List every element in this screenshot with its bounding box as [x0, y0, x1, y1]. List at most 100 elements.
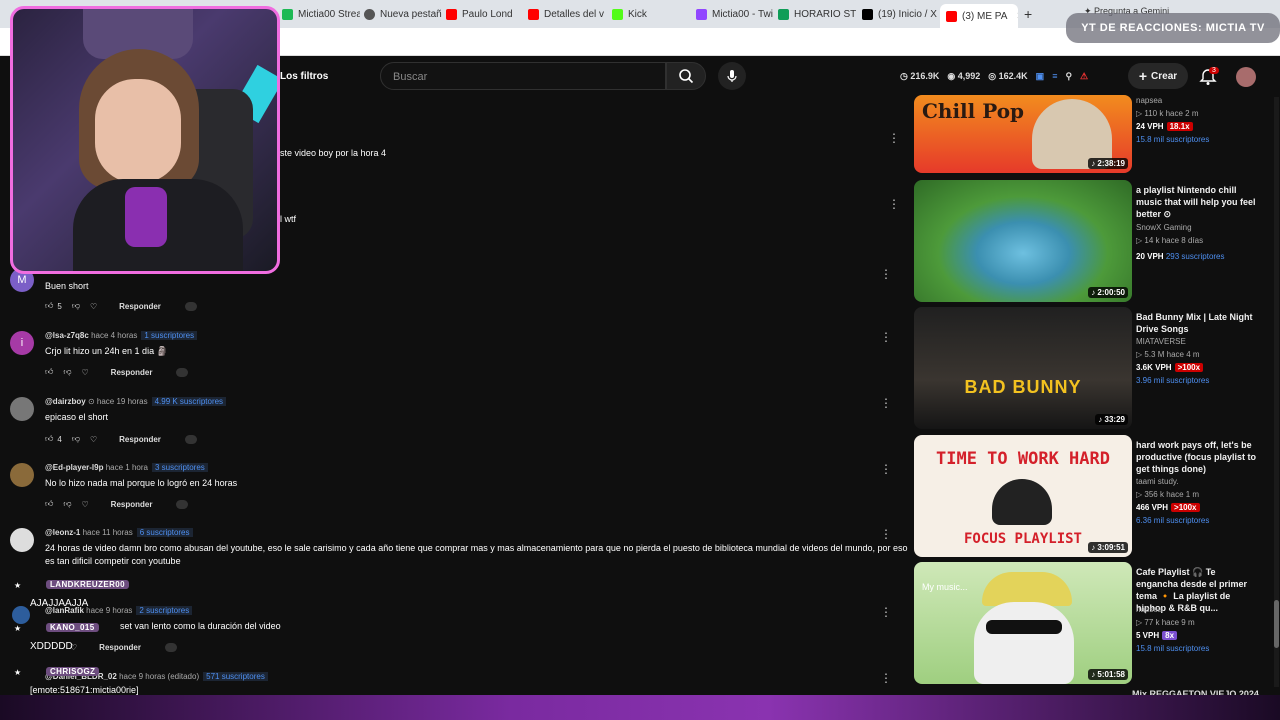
extension-icon[interactable]: ▣ [1036, 71, 1045, 82]
video-title[interactable]: Bad Bunny Mix | Late Night Drive Songs [1136, 311, 1256, 335]
recommended-video[interactable]: Chill Pop ♪ 2:38:19 napsea ▷ 110 k hace … [914, 95, 1274, 175]
verified-icon: ⊙ [87, 397, 95, 406]
thumbnail-text: Chill Pop [922, 99, 1025, 123]
search-input[interactable]: Buscar [380, 62, 666, 90]
heart-icon[interactable]: ♡ [90, 435, 97, 444]
comment-menu-icon[interactable]: ⋮ [888, 131, 900, 145]
comment-time: hace 1 hora [105, 463, 148, 472]
like-icon[interactable]: 👍︎ [45, 499, 53, 509]
browser-tab[interactable]: Mictia00 - Twi [696, 4, 774, 24]
emoji-icon [184, 301, 197, 311]
new-tab-button[interactable]: + [1024, 4, 1040, 24]
filters-label[interactable]: Los filtros [280, 71, 328, 82]
browser-tab[interactable]: Kick [612, 4, 690, 24]
comment-menu-icon[interactable]: ⋮ [880, 606, 892, 618]
reply-button[interactable]: Responder [119, 435, 161, 444]
video-thumbnail[interactable]: BAD BUNNY ♪ 33:29 [914, 307, 1132, 429]
thumbnail-text: My music... [922, 582, 968, 592]
video-thumbnail[interactable]: ♪ 2:00:50 [914, 180, 1132, 302]
stat-value: ◷ 216.9K [900, 71, 940, 81]
like-icon[interactable]: 👍︎ [45, 367, 53, 377]
video-thumbnail[interactable]: TIME TO WORK HARD FOCUS PLAYLIST ♪ 3:09:… [914, 435, 1132, 557]
browser-tab[interactable]: Paulo Lond [446, 4, 524, 24]
thumbnail-text: TIME TO WORK HARD [936, 449, 1110, 469]
comment: @dairzboy ⊙ hace 19 horas 4.99 K suscript… [10, 397, 892, 447]
create-button[interactable]: + Crear [1128, 63, 1188, 89]
comment-menu-icon[interactable]: ⋮ [880, 463, 892, 475]
reply-button[interactable]: Responder [119, 302, 161, 311]
browser-tab[interactable]: (19) Inicio / X [862, 4, 940, 24]
browser-tab[interactable]: Nueva pestaña [364, 4, 442, 24]
commenter-avatar[interactable]: i [10, 331, 34, 355]
video-channel[interactable]: napsea [1136, 604, 1162, 616]
comment-menu-icon[interactable]: ⋮ [880, 672, 892, 684]
heart-icon[interactable]: ♡ [82, 500, 89, 509]
browser-tab[interactable]: Detalles del v [528, 4, 606, 24]
microphone-icon [727, 70, 737, 82]
webcam-microphone [125, 187, 167, 247]
browser-tab[interactable]: Mictia00 Strea [282, 4, 360, 24]
comment-header: @leonz-1 hace 11 horas 6 suscriptores [45, 528, 193, 537]
comment-text: epicaso el short [45, 412, 109, 422]
channel-stats: ◷ 216.9K ◉ 4,992 ◎ 162.4K ▣ ≡ ⚲ ⚠ [900, 71, 1088, 82]
video-channel[interactable]: MIATAVERSE [1136, 336, 1186, 348]
commenter-avatar[interactable] [10, 397, 34, 421]
recommended-video[interactable]: BAD BUNNY ♪ 33:29 Bad Bunny Mix | Late N… [914, 307, 1274, 431]
video-title[interactable]: hard work pays off, let's be productive … [1136, 439, 1256, 475]
video-thumbnail[interactable]: Chill Pop ♪ 2:38:19 [914, 95, 1132, 173]
dislike-icon[interactable]: 👎︎ [72, 434, 80, 444]
like-count: 5 [57, 301, 62, 311]
comment-author[interactable]: @dairzboy [45, 397, 86, 406]
stat-value: ◉ 4,992 [947, 71, 981, 81]
emoji-icon [176, 499, 189, 509]
browser-tab[interactable]: HORARIO STR [778, 4, 856, 24]
comment-menu-icon[interactable]: ⋮ [880, 331, 892, 343]
heart-icon[interactable]: ♡ [82, 368, 89, 377]
video-channel[interactable]: SnowX Gaming [1136, 222, 1192, 234]
reply-button[interactable]: Responder [111, 368, 153, 377]
scrollbar-thumb[interactable] [1274, 600, 1279, 648]
reply-button[interactable]: Responder [111, 500, 153, 509]
user-avatar[interactable] [1236, 67, 1256, 87]
dislike-icon[interactable]: 👎︎ [72, 301, 80, 311]
video-vph: 20 VPH 293 suscriptores [1136, 252, 1225, 261]
comment-menu-icon[interactable]: ⋮ [888, 197, 900, 211]
video-duration: ♪ 2:38:19 [1088, 158, 1128, 169]
chat-username: KANO_015 [46, 623, 99, 632]
browser-tab-active[interactable]: (3) ME PA✕ [940, 4, 1018, 28]
commenter-avatar[interactable] [10, 528, 34, 552]
video-title[interactable]: a playlist Nintendo chill music that wil… [1136, 184, 1256, 220]
comment-menu-icon[interactable]: ⋮ [880, 397, 892, 409]
video-thumbnail[interactable]: My music... ♪ 5:01:58 [914, 562, 1132, 684]
commenter-avatar[interactable] [10, 463, 34, 487]
dislike-icon[interactable]: 👎︎ [63, 367, 71, 377]
cat-illustration [992, 479, 1052, 525]
recommended-video[interactable]: My music... ♪ 5:01:58 Cafe Playlist 🎧 Te… [914, 562, 1274, 686]
search-button[interactable] [666, 62, 706, 90]
like-icon[interactable]: 👍︎ [45, 434, 53, 444]
comment-text: 24 horas de video damn bro como abusan d… [45, 543, 908, 566]
recommended-video[interactable]: ♪ 2:00:50 a playlist Nintendo chill musi… [914, 180, 1274, 304]
comment-author[interactable]: @leonz-1 [45, 528, 80, 537]
recommended-video[interactable]: TIME TO WORK HARD FOCUS PLAYLIST ♪ 3:09:… [914, 435, 1274, 559]
voice-search-button[interactable] [718, 62, 746, 90]
comment-menu-icon[interactable]: ⋮ [880, 528, 892, 540]
extension-icon[interactable]: ⚲ [1065, 71, 1072, 82]
comment-menu-icon[interactable]: ⋮ [880, 268, 892, 280]
bucket-hat-illustration [982, 572, 1072, 606]
video-channel[interactable]: napsea [1136, 95, 1162, 107]
extension-icon[interactable]: ≡ [1052, 71, 1057, 82]
comment-author[interactable]: @lsa-z7q8c [45, 331, 89, 340]
scrollbar-track[interactable] [1274, 97, 1279, 687]
dislike-icon[interactable]: 👎︎ [63, 499, 71, 509]
comment-author[interactable]: @Ed-player-l9p [45, 463, 103, 472]
extension-icon[interactable]: ⚠ [1080, 71, 1088, 82]
video-channel[interactable]: taami study. [1136, 476, 1179, 488]
cat-illustration [974, 602, 1074, 684]
close-tab-icon[interactable]: ✕ [1016, 11, 1018, 22]
like-icon[interactable]: 👍︎ [45, 301, 53, 311]
heart-icon[interactable]: ♡ [90, 302, 97, 311]
comment: @Ed-player-l9p hace 1 hora 3 suscriptores… [10, 463, 892, 513]
video-views: ▷ 356 k hace 1 m [1136, 490, 1200, 499]
video-duration: ♪ 2:00:50 [1088, 287, 1128, 298]
